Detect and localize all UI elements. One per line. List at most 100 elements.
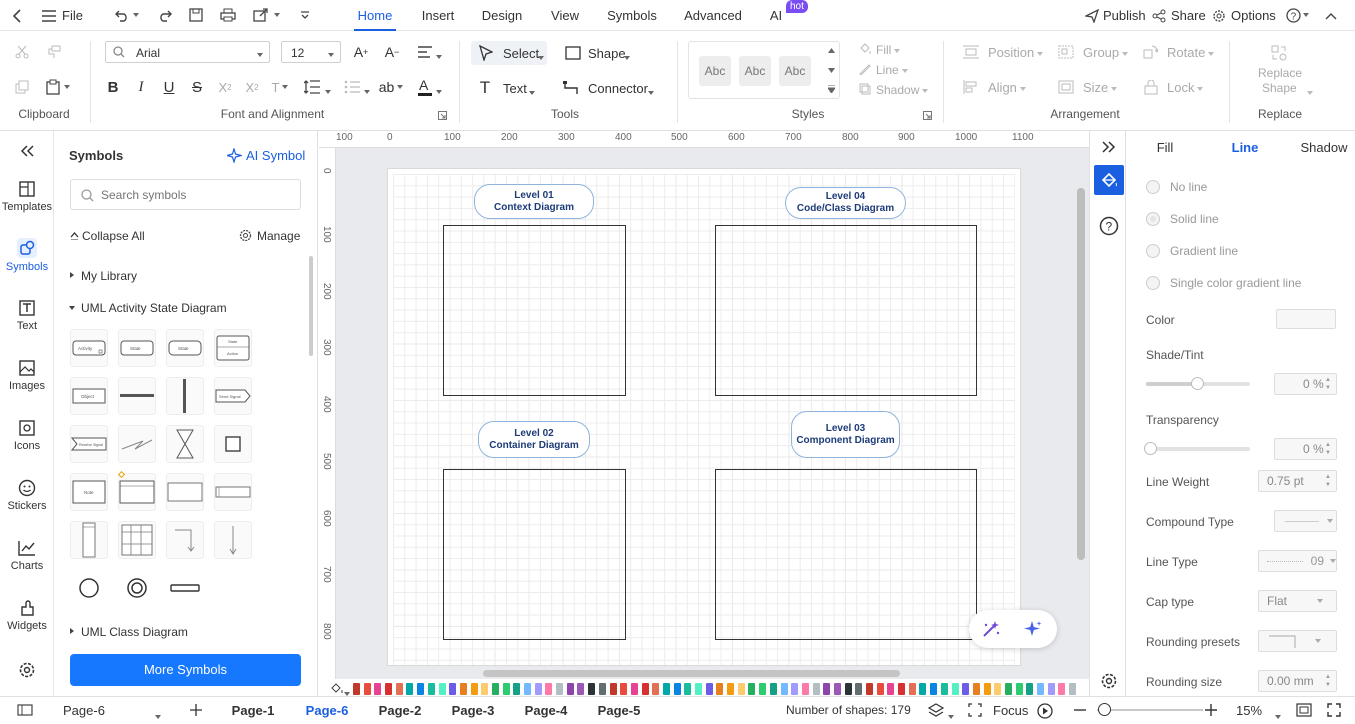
tab-home[interactable]: Home — [354, 0, 396, 31]
more-symbols-button[interactable]: More Symbols — [70, 654, 301, 686]
color-swatch[interactable] — [438, 683, 446, 695]
label-level-01[interactable]: Level 01 Context Diagram — [474, 184, 594, 219]
size-button[interactable]: Size — [1083, 80, 1118, 95]
increase-font-icon[interactable]: A + — [351, 43, 371, 61]
section-uml-class[interactable]: UML Class Diagram — [69, 624, 289, 640]
align-objects-icon[interactable] — [963, 79, 979, 95]
collapse-all-button[interactable]: Collapse All — [82, 229, 145, 243]
share-button[interactable]: Share — [1171, 8, 1206, 23]
color-swatch[interactable] — [684, 683, 692, 695]
rail-charts[interactable]: Charts — [0, 536, 54, 572]
spinner-icon[interactable]: ▲ ▼ — [1325, 673, 1333, 689]
publish-icon[interactable] — [1084, 8, 1100, 24]
symbol-send-signal[interactable]: Send Signal — [214, 377, 252, 415]
color-swatch[interactable] — [866, 683, 873, 695]
file-menu[interactable]: File — [62, 8, 83, 23]
color-swatch[interactable] — [459, 683, 467, 695]
rounding-size-value[interactable]: 0.00 mm ▲ ▼ — [1258, 670, 1337, 692]
fit-page-icon[interactable] — [1295, 702, 1313, 718]
export-icon[interactable] — [252, 6, 270, 24]
text-case-icon[interactable]: T — [271, 78, 289, 96]
symbol-object[interactable]: Object — [70, 377, 108, 415]
color-swatch[interactable] — [353, 683, 360, 695]
color-swatch[interactable] — [577, 683, 585, 695]
line-type-select[interactable]: 09 — [1258, 550, 1337, 572]
color-swatch[interactable] — [855, 683, 863, 695]
rail-widgets[interactable]: Widgets — [0, 596, 54, 632]
tab-insert[interactable]: Insert — [419, 0, 457, 31]
slider-thumb[interactable] — [1098, 703, 1111, 716]
bullet-list-icon[interactable] — [343, 78, 361, 96]
symbol-hourglass[interactable] — [166, 425, 204, 463]
canvas-scrollbar-vertical[interactable] — [1077, 188, 1085, 560]
color-swatch[interactable] — [524, 683, 531, 695]
style-swatch[interactable]: Abc — [779, 56, 811, 86]
symbol-bar[interactable] — [214, 473, 252, 511]
tab-fill[interactable]: Fill — [1140, 131, 1190, 165]
color-swatch[interactable] — [1015, 683, 1023, 695]
color-swatch[interactable] — [491, 683, 499, 695]
color-swatch[interactable] — [417, 683, 425, 695]
color-swatch[interactable] — [556, 683, 564, 695]
font-size-select[interactable]: 12 — [281, 41, 341, 63]
magic-wand-icon[interactable] — [981, 619, 1001, 639]
play-icon[interactable] — [1036, 702, 1054, 720]
label-level-03[interactable]: Level 03 Component Diagram — [791, 411, 900, 458]
search-input[interactable] — [101, 186, 291, 204]
lock-icon[interactable] — [1143, 79, 1159, 95]
share-icon[interactable] — [1151, 8, 1167, 24]
paste-dropdown-icon[interactable] — [63, 83, 71, 91]
label-level-04[interactable]: Level 04 Code/Class Diagram — [785, 187, 906, 219]
ai-symbol-button[interactable]: AI Symbol — [246, 148, 305, 163]
option-single-gradient[interactable]: Single color gradient line — [1146, 276, 1301, 290]
page-tab-5[interactable]: Page-5 — [592, 697, 646, 724]
symbol-state-action[interactable]: State Action — [214, 329, 252, 367]
undo-icon[interactable] — [113, 7, 131, 25]
color-swatch[interactable] — [1037, 683, 1044, 695]
color-swatch[interactable] — [759, 683, 767, 695]
compound-select[interactable] — [1274, 510, 1337, 532]
color-swatch[interactable] — [588, 683, 596, 695]
collapse-panel-icon[interactable] — [17, 143, 37, 159]
font-color-icon[interactable]: A — [416, 77, 434, 97]
page-tab-4[interactable]: Page-4 — [519, 697, 573, 724]
expand-gallery-icon[interactable] — [827, 84, 835, 94]
replace-shape-button[interactable]: Replace Shape — [1245, 41, 1315, 101]
symbol-arrow-down[interactable] — [214, 521, 252, 559]
page-layout-icon[interactable] — [16, 703, 34, 717]
group-icon[interactable] — [1058, 44, 1074, 60]
transparency-slider[interactable] — [1144, 442, 1250, 455]
search-box[interactable] — [70, 179, 301, 210]
color-swatch[interactable] — [983, 683, 991, 695]
italic-icon[interactable]: I — [132, 78, 150, 96]
color-picker[interactable] — [1276, 309, 1336, 329]
spinner-icon[interactable]: ▲ ▼ — [1325, 473, 1333, 489]
help-dropdown-icon[interactable] — [1302, 10, 1310, 20]
color-swatch[interactable] — [727, 683, 735, 695]
symbol-connector-elbow[interactable] — [166, 521, 204, 559]
slider-thumb[interactable] — [1191, 377, 1204, 390]
section-my-library[interactable]: My Library — [69, 268, 289, 284]
diagram-page[interactable]: Level 01 Context Diagram Level 04 Code/C… — [387, 168, 1021, 666]
group-button[interactable]: Group — [1083, 45, 1129, 60]
color-swatch[interactable] — [566, 683, 574, 695]
add-page-icon[interactable] — [188, 702, 204, 718]
decrease-font-icon[interactable]: A − — [382, 43, 402, 61]
slider-thumb[interactable] — [1144, 442, 1157, 455]
color-swatch[interactable] — [833, 683, 841, 695]
collapse-ribbon-icon[interactable] — [1323, 8, 1339, 24]
frame-level-01[interactable] — [443, 225, 626, 396]
chevron-down-icon[interactable] — [827, 66, 835, 74]
color-swatch[interactable] — [876, 683, 884, 695]
color-swatch[interactable] — [652, 683, 660, 695]
more-chevron-icon[interactable] — [298, 8, 312, 22]
help-icon[interactable]: ? — [1285, 7, 1301, 23]
zoom-in-icon[interactable] — [1203, 702, 1219, 718]
tab-symbols[interactable]: Symbols — [604, 0, 660, 31]
cap-type-select[interactable]: Flat — [1258, 590, 1337, 612]
help-circle-icon[interactable]: ? — [1098, 215, 1120, 237]
tab-advanced[interactable]: Advanced — [683, 0, 743, 31]
line-pen-icon[interactable] — [858, 62, 872, 76]
option-solid-line[interactable]: Solid line — [1146, 212, 1219, 226]
symbol-activity[interactable]: Activity — [70, 329, 108, 367]
